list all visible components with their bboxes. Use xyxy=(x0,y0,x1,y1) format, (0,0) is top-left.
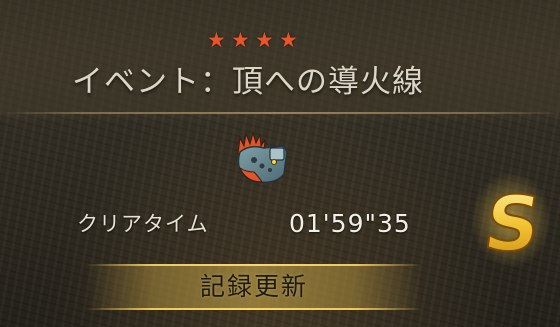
record-update-label: 記録更新 xyxy=(199,272,308,301)
clear-time-label: クリアタイム xyxy=(77,212,209,236)
rank-badge: S xyxy=(470,170,552,270)
clear-time-value: 01'59"35 xyxy=(289,209,411,238)
star-icon: ★ xyxy=(279,28,298,52)
difficulty-stars: ★ ★ ★ ★ xyxy=(207,30,317,54)
monster-icon xyxy=(230,128,294,192)
star-icon: ★ xyxy=(207,28,226,52)
star-icon: ★ xyxy=(231,28,250,52)
star-icon: ★ xyxy=(255,28,274,52)
header-divider xyxy=(0,112,560,114)
quest-title: イベント：頂への導火線 xyxy=(72,64,424,100)
record-update-banner: 記録更新 xyxy=(86,264,422,310)
